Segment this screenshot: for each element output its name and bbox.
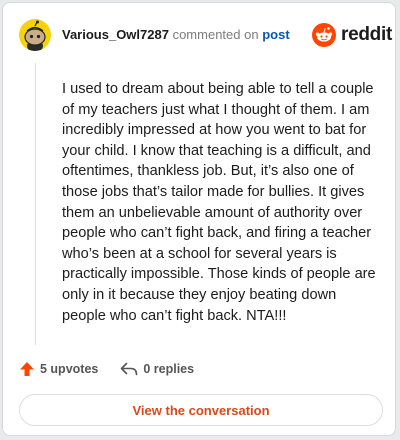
upvote-button[interactable]: 5 upvotes xyxy=(19,361,98,377)
thread-line xyxy=(35,63,36,345)
username[interactable]: Various_Owl7287 xyxy=(62,27,169,42)
comment-card: Various_Owl7287 commented on post reddit… xyxy=(2,2,396,436)
user-avatar[interactable] xyxy=(19,19,51,51)
comment-header: Various_Owl7287 commented on post xyxy=(62,27,290,42)
reddit-wordmark: reddit xyxy=(341,24,392,45)
comment-body: I used to dream about being able to tell… xyxy=(62,81,376,324)
replies-button[interactable]: 0 replies xyxy=(120,362,194,376)
reddit-logo[interactable]: reddit xyxy=(312,23,392,47)
replies-count: 0 replies xyxy=(143,362,195,376)
reddit-snoo-icon xyxy=(312,23,336,47)
action-text: commented on xyxy=(172,27,259,42)
upvote-arrow-icon xyxy=(20,362,34,376)
view-conversation-label: View the conversation xyxy=(132,402,270,418)
reply-arrow-icon xyxy=(121,362,138,376)
view-conversation-button[interactable]: View the conversation xyxy=(19,394,383,426)
upvotes-count: 5 upvotes xyxy=(40,362,99,376)
comment-actions: 5 upvotes 0 replies xyxy=(19,361,194,377)
post-link[interactable]: post xyxy=(262,27,289,42)
